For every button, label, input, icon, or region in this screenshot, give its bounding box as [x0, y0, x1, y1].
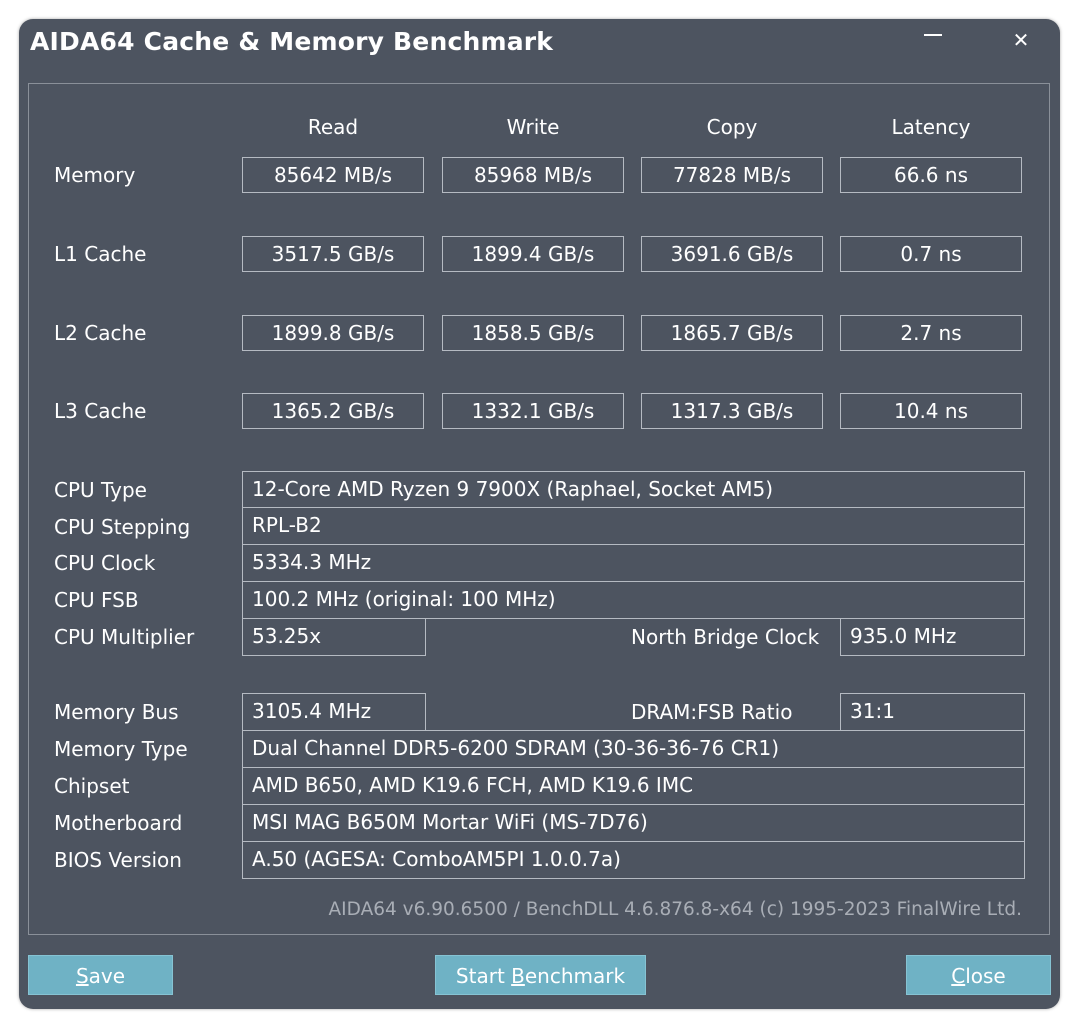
l2-read-value: 1899.8 GB/s: [242, 315, 424, 351]
l3-latency-value: 10.4 ns: [840, 393, 1022, 429]
close-icon: ✕: [1012, 28, 1030, 52]
close-button[interactable]: Close: [906, 955, 1051, 995]
memory-bus-label: Memory Bus: [54, 700, 179, 724]
save-button[interactable]: Save: [28, 955, 173, 995]
close-accel: C: [951, 964, 966, 988]
cpu-stepping-value: RPL-B2: [242, 507, 1025, 545]
cpu-fsb-label: CPU FSB: [54, 588, 139, 612]
l2-copy-value: 1865.7 GB/s: [641, 315, 823, 351]
bios-version-value: A.50 (AGESA: ComboAM5PI 1.0.0.7a): [242, 841, 1025, 879]
chipset-label: Chipset: [54, 774, 130, 798]
cpu-type-value: 12-Core AMD Ryzen 9 7900X (Raphael, Sock…: [242, 471, 1025, 508]
start-benchmark-button[interactable]: Start Benchmark: [435, 955, 646, 995]
north-bridge-clock-label: North Bridge Clock: [631, 625, 820, 649]
memory-type-label: Memory Type: [54, 737, 188, 761]
l3-copy-value: 1317.3 GB/s: [641, 393, 823, 429]
cpu-multiplier-value: 53.25x: [242, 618, 426, 656]
memory-latency-value: 66.6 ns: [840, 157, 1022, 193]
l1-write-value: 1899.4 GB/s: [442, 236, 624, 272]
cpu-type-label: CPU Type: [54, 478, 147, 502]
chipset-value: AMD B650, AMD K19.6 FCH, AMD K19.6 IMC: [242, 767, 1025, 805]
l1-copy-value: 3691.6 GB/s: [641, 236, 823, 272]
bios-version-label: BIOS Version: [54, 848, 182, 872]
save-accel: S: [75, 964, 89, 988]
row-label-l2-cache: L2 Cache: [54, 321, 147, 345]
cpu-fsb-value: 100.2 MHz (original: 100 MHz): [242, 581, 1025, 619]
cpu-clock-value: 5334.3 MHz: [242, 544, 1025, 582]
benchmark-window: AIDA64 Cache & Memory Benchmark ✕ Read W…: [19, 19, 1060, 1009]
start-accel: B: [511, 964, 525, 988]
window-title: AIDA64 Cache & Memory Benchmark: [30, 27, 554, 56]
l2-write-value: 1858.5 GB/s: [442, 315, 624, 351]
save-label: ave: [88, 964, 126, 988]
l1-latency-value: 0.7 ns: [840, 236, 1022, 272]
dram-fsb-ratio-label: DRAM:FSB Ratio: [631, 700, 793, 724]
minimize-icon: [924, 34, 942, 36]
start-label-rest: enchmark: [524, 964, 626, 988]
memory-bus-value: 3105.4 MHz: [242, 693, 426, 731]
column-header-write: Write: [506, 115, 560, 139]
dram-fsb-ratio-value: 31:1: [840, 693, 1025, 731]
column-header-read: Read: [307, 115, 359, 139]
memory-type-value: Dual Channel DDR5-6200 SDRAM (30-36-36-7…: [242, 730, 1025, 768]
memory-copy-value: 77828 MB/s: [641, 157, 823, 193]
row-label-memory: Memory: [54, 163, 136, 187]
memory-write-value: 85968 MB/s: [442, 157, 624, 193]
motherboard-value: MSI MAG B650M Mortar WiFi (MS-7D76): [242, 804, 1025, 842]
close-label: lose: [965, 964, 1006, 988]
column-header-copy: Copy: [706, 115, 758, 139]
minimize-button[interactable]: [913, 23, 953, 57]
column-header-latency: Latency: [891, 115, 971, 139]
version-footer: AIDA64 v6.90.6500 / BenchDLL 4.6.876.8-x…: [328, 899, 1022, 920]
start-label-pre: Start: [455, 964, 512, 988]
row-label-l3-cache: L3 Cache: [54, 399, 147, 423]
l3-write-value: 1332.1 GB/s: [442, 393, 624, 429]
north-bridge-clock-value: 935.0 MHz: [840, 618, 1025, 656]
l1-read-value: 3517.5 GB/s: [242, 236, 424, 272]
memory-read-value: 85642 MB/s: [242, 157, 424, 193]
cpu-clock-label: CPU Clock: [54, 551, 156, 575]
row-label-l1-cache: L1 Cache: [54, 242, 147, 266]
l2-latency-value: 2.7 ns: [840, 315, 1022, 351]
cpu-multiplier-label: CPU Multiplier: [54, 625, 195, 649]
motherboard-label: Motherboard: [54, 811, 183, 835]
cpu-stepping-label: CPU Stepping: [54, 515, 191, 539]
l3-read-value: 1365.2 GB/s: [242, 393, 424, 429]
close-window-button[interactable]: ✕: [1001, 23, 1041, 57]
